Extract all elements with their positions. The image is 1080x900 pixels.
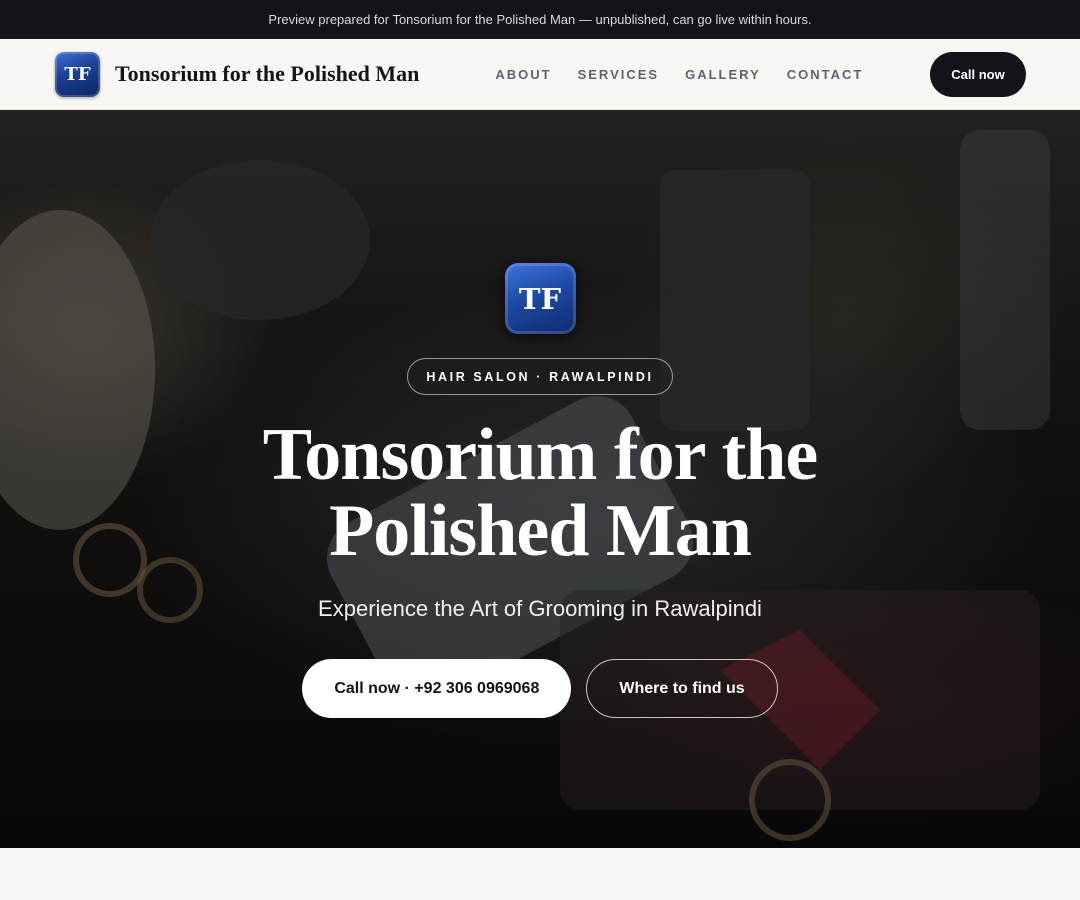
brand-name: Tonsorium for the Polished Man [115,61,420,86]
nav-link-contact[interactable]: CONTACT [787,67,864,82]
hero-actions: Call now · +92 306 0969068 Where to find… [302,659,778,718]
hero-content: TF HAIR SALON · RAWALPINDI Tonsorium for… [0,110,1080,718]
tf-monogram-icon: TF [55,51,100,97]
nav-link-gallery[interactable]: GALLERY [685,67,761,82]
brand[interactable]: TF Tonsorium for the Polished Man [55,51,420,97]
tf-monogram-icon: TF [504,263,576,334]
hero-title: Tonsorium for the Polished Man [262,414,819,572]
call-now-button[interactable]: Call now · +92 306 0969068 [302,659,572,718]
site-header: TF Tonsorium for the Polished Man ABOUT … [0,39,1080,110]
find-us-button[interactable]: Where to find us [586,659,778,718]
main-nav: ABOUT SERVICES GALLERY CONTACT [495,67,863,82]
next-section [0,848,1080,900]
preview-banner: Preview prepared for Tonsorium for the P… [0,0,1080,39]
header-call-button[interactable]: Call now [930,51,1026,97]
nav-link-services[interactable]: SERVICES [578,67,660,82]
preview-banner-text: Preview prepared for Tonsorium for the P… [268,12,812,27]
category-badge: HAIR SALON · RAWALPINDI [407,358,673,395]
hero-subtitle: Experience the Art of Grooming in Rawalp… [318,596,762,621]
nav-link-about[interactable]: ABOUT [495,67,551,82]
hero-section: TF HAIR SALON · RAWALPINDI Tonsorium for… [0,110,1080,848]
